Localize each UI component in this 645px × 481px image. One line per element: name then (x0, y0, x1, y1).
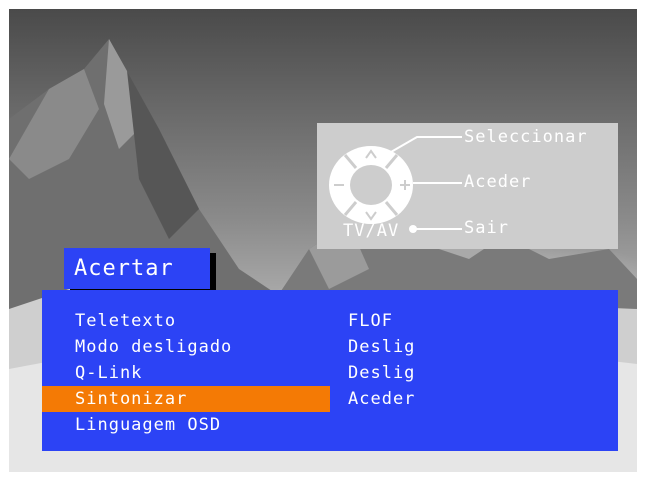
menu-item-value: Deslig (348, 363, 416, 383)
menu-item-sintonizar[interactable]: Sintonizar Aceder (42, 386, 618, 412)
select-hint-label: Seleccionar (464, 127, 588, 147)
tvav-button-label: TV/AV (343, 221, 400, 241)
menu-title: Acertar (64, 248, 210, 289)
exit-hint-label: Sair (464, 218, 509, 238)
menu-item-value: FLOF (348, 311, 393, 331)
menu-item-q-link[interactable]: Q-Link Deslig (42, 360, 618, 386)
menu-item-label: Sintonizar (75, 389, 188, 409)
menu-item-label: Teletexto (75, 311, 177, 331)
menu-item-label: Q-Link (75, 363, 143, 383)
menu-item-teletexto[interactable]: Teletexto FLOF (42, 308, 618, 334)
menu-item-value: Aceder (348, 389, 416, 409)
menu-item-linguagem-osd[interactable]: Linguagem OSD (42, 412, 618, 438)
settings-menu: Teletexto FLOF Modo desligado Deslig Q-L… (42, 290, 618, 451)
help-panel: Seleccionar Aceder Sair TV/AV (317, 123, 618, 249)
menu-item-label: Modo desligado (75, 337, 233, 357)
menu-item-value: Deslig (348, 337, 416, 357)
enter-hint-label: Aceder (464, 172, 532, 192)
menu-item-label: Linguagem OSD (75, 415, 222, 435)
menu-item-modo-desligado[interactable]: Modo desligado Deslig (42, 334, 618, 360)
